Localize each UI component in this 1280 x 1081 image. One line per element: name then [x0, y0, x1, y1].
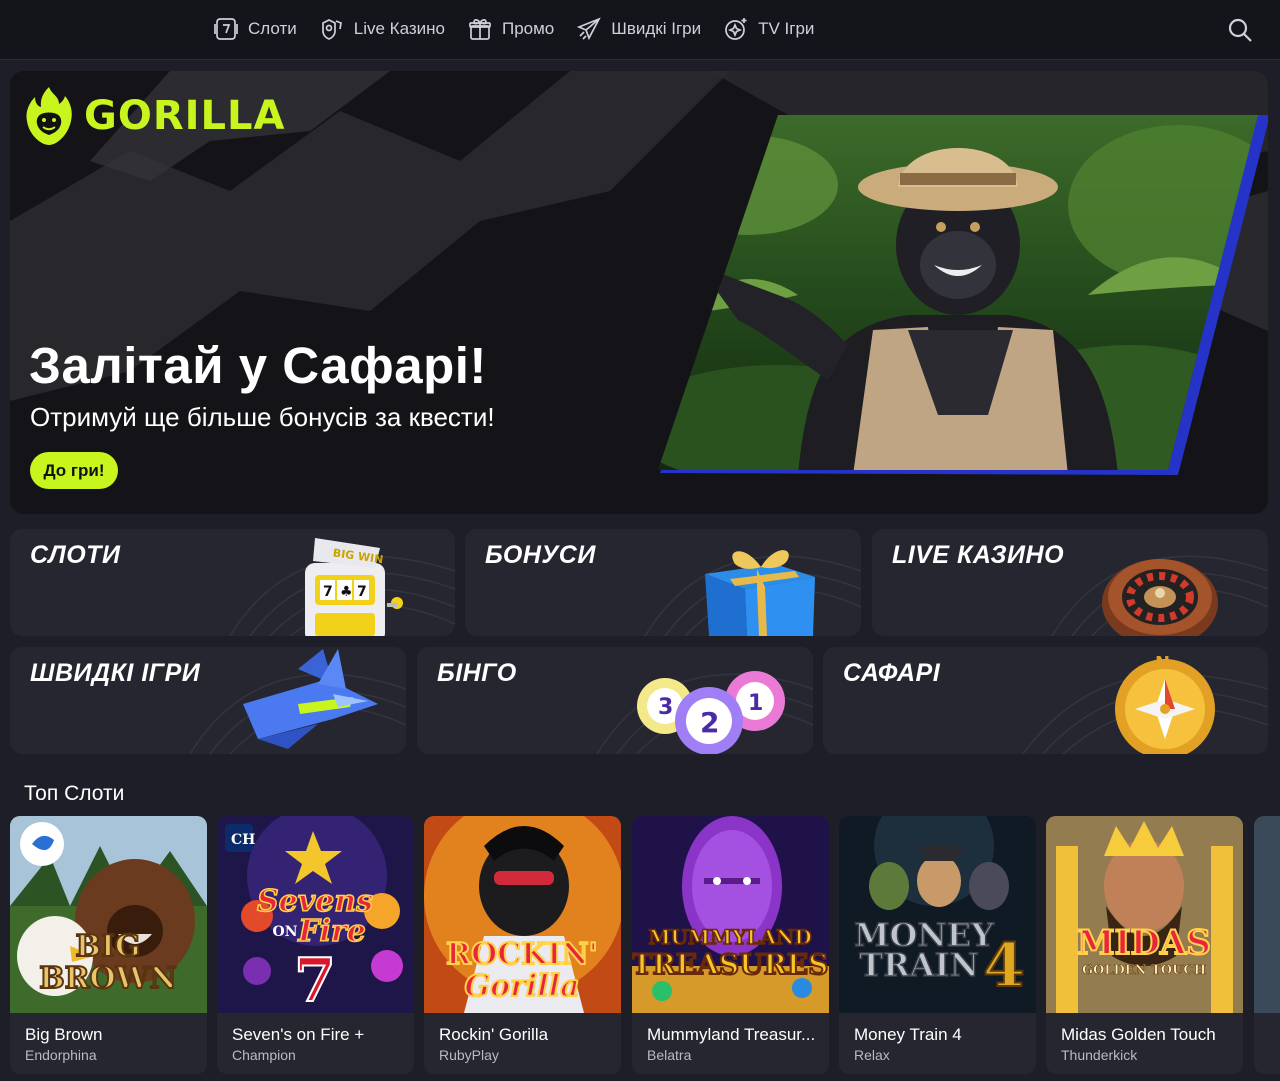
game-art-title: 4	[983, 931, 1025, 1001]
play-now-button[interactable]: До гри!	[30, 452, 118, 489]
game-art-title: TRAIN	[859, 946, 978, 984]
nav-item-label: Швидкі Ігри	[611, 19, 702, 38]
hero-title: Залітай у Сафарі!	[29, 337, 487, 394]
category-tile-bonuses[interactable]: БОНУСИ	[465, 529, 861, 636]
nav-item-live-casino[interactable]: Live Казино	[319, 16, 445, 42]
sparkle-plus-icon	[725, 18, 747, 40]
category-label: БОНУСИ	[485, 541, 596, 569]
game-thumbnail-sevens-on-fire: CH Sevens ON Fire 7	[217, 816, 414, 1013]
category-tile-safari[interactable]: САФАРІ N	[823, 647, 1268, 754]
game-thumbnail-midas-golden-touch: MIDAS GOLDEN TOUCH	[1046, 816, 1243, 1013]
gorilla-flame-logo-icon	[26, 87, 72, 145]
game-card-mummyland-treasures[interactable]: MUMMYLAND TREASURES Mummyland Treasur...…	[632, 816, 829, 1074]
main-nav: Слоти Live Казино Промо Швидкі Ігри TV І…	[213, 0, 836, 58]
top-navigation-bar: Слоти Live Казино Промо Швидкі Ігри TV І…	[0, 0, 1280, 60]
game-provider: Relax	[854, 1047, 890, 1063]
rocket-plane-icon	[577, 17, 602, 41]
category-tile-fast-games[interactable]: ШВИДКІ ІГРИ	[10, 647, 406, 754]
nav-item-label: Live Казино	[353, 19, 445, 38]
svg-text:CH: CH	[231, 832, 255, 848]
game-card-money-train-4[interactable]: MONEY TRAIN 4 Money Train 4 Relax	[839, 816, 1036, 1074]
game-card-partial[interactable]	[1254, 816, 1280, 1074]
gift-box-icon	[705, 550, 815, 636]
game-art-title: Fire	[297, 914, 366, 949]
nav-item-tv-games[interactable]: TV Ігри	[723, 16, 814, 42]
category-tile-bingo[interactable]: БІНГО 3 1 2	[417, 647, 813, 754]
bingo-ball-number: 2	[700, 706, 719, 739]
game-art-title: 7	[294, 946, 336, 1013]
game-card-sevens-on-fire[interactable]: CH Sevens ON Fire 7 Seven's on Fire + Ch…	[217, 816, 414, 1074]
slot-machine-icon	[214, 18, 238, 40]
game-art-title: TREASURES	[632, 948, 828, 981]
compass-icon: N	[1115, 653, 1215, 754]
game-card-rockin-gorilla[interactable]: ROCKIN' Gorilla Rockin' Gorilla RubyPlay	[424, 816, 621, 1074]
chip-hand-icon	[321, 19, 342, 40]
jet-icon	[243, 649, 378, 749]
game-art-title: ROCKIN'	[446, 937, 598, 972]
nav-item-label: Промо	[501, 19, 555, 38]
game-art-title: MIDAS	[1077, 923, 1211, 963]
slot-machine-icon: BIG WIN 7 ♣ 7	[305, 538, 403, 636]
gift-icon	[469, 19, 491, 40]
category-tile-slots[interactable]: СЛОТИ BIG WIN 7 ♣ 7	[10, 529, 455, 636]
game-art-title: MUMMYLAND	[648, 925, 811, 949]
game-title: Money Train 4	[854, 1025, 962, 1044]
nav-item-label: Слоти	[248, 19, 297, 38]
game-card-midas-golden-touch[interactable]: MIDAS GOLDEN TOUCH Midas Golden Touch Th…	[1046, 816, 1243, 1074]
svg-text:7: 7	[323, 584, 333, 600]
game-art-title: BIG	[75, 929, 140, 964]
top-slots-title: Топ Слоти	[24, 782, 125, 805]
nav-item-label: TV Ігри	[758, 19, 815, 38]
game-art-title: ON	[273, 924, 298, 940]
nav-item-slots[interactable]: Слоти	[213, 16, 297, 42]
category-label: ШВИДКІ ІГРИ	[30, 659, 201, 687]
compass-north-letter: N	[1155, 653, 1170, 674]
brand-logo[interactable]: GORILLA	[24, 85, 285, 147]
game-title: Midas Golden Touch	[1061, 1025, 1216, 1044]
svg-text:♣: ♣	[340, 584, 353, 600]
game-thumbnail-partial	[1254, 816, 1280, 1013]
nav-item-promo[interactable]: Промо	[467, 16, 554, 42]
nav-item-fast-games[interactable]: Швидкі Ігри	[576, 16, 701, 42]
bingo-ball-number: 1	[748, 691, 763, 716]
brand-name: GORILLA	[84, 93, 286, 139]
category-label: САФАРІ	[843, 659, 941, 687]
game-title: Mummyland Treasur...	[647, 1025, 816, 1044]
game-thumbnail-money-train-4: MONEY TRAIN 4	[839, 816, 1036, 1013]
game-art-title: GOLDEN TOUCH	[1082, 963, 1206, 978]
hero-banner[interactable]: GORILLA Залітай у Сафарі! Отримуй ще біл…	[10, 71, 1268, 514]
game-provider: RubyPlay	[439, 1047, 499, 1063]
game-thumbnail-big-brown: BIG BROWN	[10, 816, 207, 1013]
game-title: Rockin' Gorilla	[439, 1025, 549, 1044]
svg-text:7: 7	[357, 584, 367, 600]
game-title: Seven's on Fire +	[232, 1025, 365, 1044]
game-provider: Endorphina	[25, 1047, 97, 1063]
category-label: БІНГО	[437, 659, 517, 687]
gorilla-safari-illustration	[658, 115, 1268, 475]
hero-subtitle: Отримуй ще більше бонусів за квести!	[30, 402, 495, 432]
category-tile-live-casino[interactable]: LIVE КАЗИНО	[872, 529, 1268, 636]
roulette-icon	[1102, 559, 1218, 636]
category-label: СЛОТИ	[30, 541, 121, 569]
game-thumbnail-mummyland-treasures: MUMMYLAND TREASURES	[632, 816, 829, 1013]
category-label: LIVE КАЗИНО	[892, 541, 1065, 569]
game-art-title: Gorilla	[464, 969, 579, 1004]
game-title: Big Brown	[25, 1025, 103, 1044]
search-icon[interactable]	[1226, 16, 1254, 44]
game-provider: Thunderkick	[1061, 1047, 1138, 1063]
game-art-title: BROWN	[39, 961, 177, 996]
game-provider: Belatra	[647, 1047, 692, 1063]
game-thumbnail-rockin-gorilla: ROCKIN' Gorilla	[424, 816, 621, 1013]
bingo-balls-icon: 3 1 2	[637, 671, 785, 754]
bingo-ball-number: 3	[658, 695, 673, 720]
game-provider: Champion	[232, 1047, 296, 1063]
game-card-big-brown[interactable]: BIG BROWN Big Brown Endorphina	[10, 816, 207, 1074]
